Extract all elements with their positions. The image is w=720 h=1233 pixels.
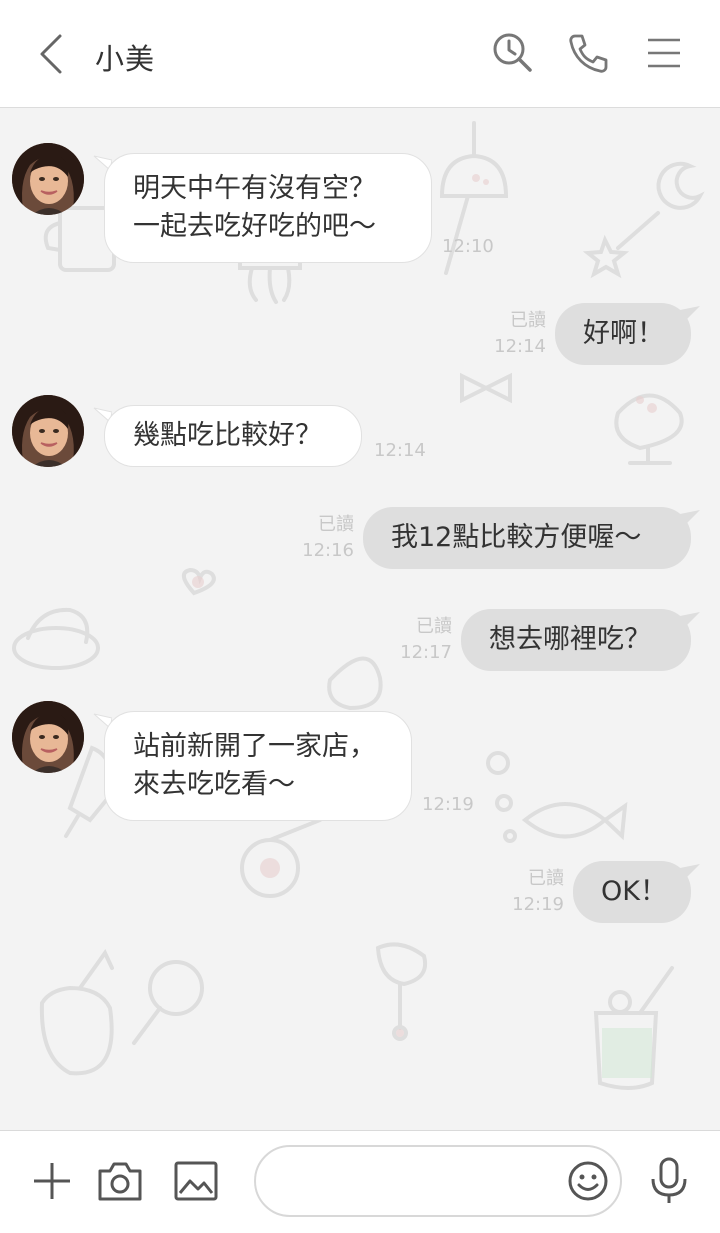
message-text: 想去哪裡吃？ <box>489 624 651 655</box>
message-text: 來去吃吃看～ <box>133 769 295 800</box>
bubble-tail <box>680 864 700 880</box>
message-time: 12:16 <box>302 540 354 561</box>
message-text: 我12點比較方便喔～ <box>391 522 642 553</box>
message-bubble-outgoing[interactable]: 好啊！ <box>555 303 691 365</box>
message-bubble-incoming[interactable]: 站前新開了一家店， 來去吃吃看～ <box>104 711 412 821</box>
contact-photo <box>12 143 84 215</box>
message-input-bar <box>0 1130 720 1233</box>
camera-icon <box>98 1162 142 1201</box>
image-icon <box>174 1161 218 1201</box>
message-bubble-incoming[interactable]: 明天中午有沒有空？ 一起去吃好吃的吧～ <box>104 153 432 263</box>
bubble-tail <box>680 510 700 526</box>
read-receipt: 已讀 <box>528 868 564 889</box>
avatar[interactable] <box>12 395 84 467</box>
message-text: 站前新開了一家店， <box>133 731 376 762</box>
contact-photo <box>12 395 84 467</box>
message-time: 12:19 <box>512 894 564 915</box>
call-button[interactable] <box>565 30 611 76</box>
message-time: 12:17 <box>400 642 452 663</box>
message-input[interactable] <box>280 1157 554 1207</box>
message-time: 12:14 <box>494 336 546 357</box>
smiley-icon <box>568 1161 608 1201</box>
hamburger-menu-icon <box>648 38 680 68</box>
search-history-icon <box>493 33 532 72</box>
menu-button[interactable] <box>642 30 688 76</box>
read-receipt: 已讀 <box>318 514 354 535</box>
avatar[interactable] <box>12 701 84 773</box>
message-bubble-incoming[interactable]: 幾點吃比較好？ <box>104 405 362 467</box>
message-bubble-outgoing[interactable]: 想去哪裡吃？ <box>461 609 691 671</box>
phone-icon <box>569 34 608 73</box>
message-input-container <box>254 1145 622 1217</box>
read-receipt: 已讀 <box>416 616 452 637</box>
message-text: 好啊！ <box>583 318 664 349</box>
message-meta: 已讀 12:14 <box>490 308 546 360</box>
chat-header: 小美 <box>0 0 720 108</box>
bubble-tail <box>680 612 700 628</box>
chevron-left-icon <box>40 34 62 74</box>
message-text: 幾點吃比較好？ <box>133 420 322 451</box>
contact-name[interactable]: 小美 <box>95 36 155 78</box>
message-meta: 已讀 12:19 <box>508 866 564 918</box>
message-time: 12:10 <box>442 236 494 257</box>
message-text: OK！ <box>601 876 667 907</box>
message-meta: 已讀 12:17 <box>396 614 452 666</box>
plus-icon <box>34 1163 70 1199</box>
camera-button[interactable] <box>96 1157 144 1209</box>
emoji-button[interactable] <box>566 1159 610 1207</box>
read-receipt: 已讀 <box>510 310 546 331</box>
microphone-icon <box>651 1157 687 1203</box>
search-button[interactable] <box>490 30 536 76</box>
image-button[interactable] <box>172 1157 220 1209</box>
message-text: 一起去吃好吃的吧～ <box>133 211 376 242</box>
message-time: 12:14 <box>374 440 426 461</box>
back-button[interactable] <box>30 28 74 80</box>
microphone-button[interactable] <box>646 1155 692 1211</box>
message-bubble-outgoing[interactable]: 我12點比較方便喔～ <box>363 507 691 569</box>
message-bubble-outgoing[interactable]: OK！ <box>573 861 691 923</box>
avatar[interactable] <box>12 143 84 215</box>
message-meta: 已讀 12:16 <box>298 512 354 564</box>
add-button[interactable] <box>28 1157 76 1209</box>
message-text: 明天中午有沒有空？ <box>133 173 376 204</box>
contact-photo <box>12 701 84 773</box>
chat-area[interactable]: 明天中午有沒有空？ 一起去吃好吃的吧～ 12:10 已讀 12:14 好啊！ 幾… <box>0 108 720 1130</box>
message-time: 12:19 <box>422 794 474 815</box>
bubble-tail <box>680 306 700 322</box>
